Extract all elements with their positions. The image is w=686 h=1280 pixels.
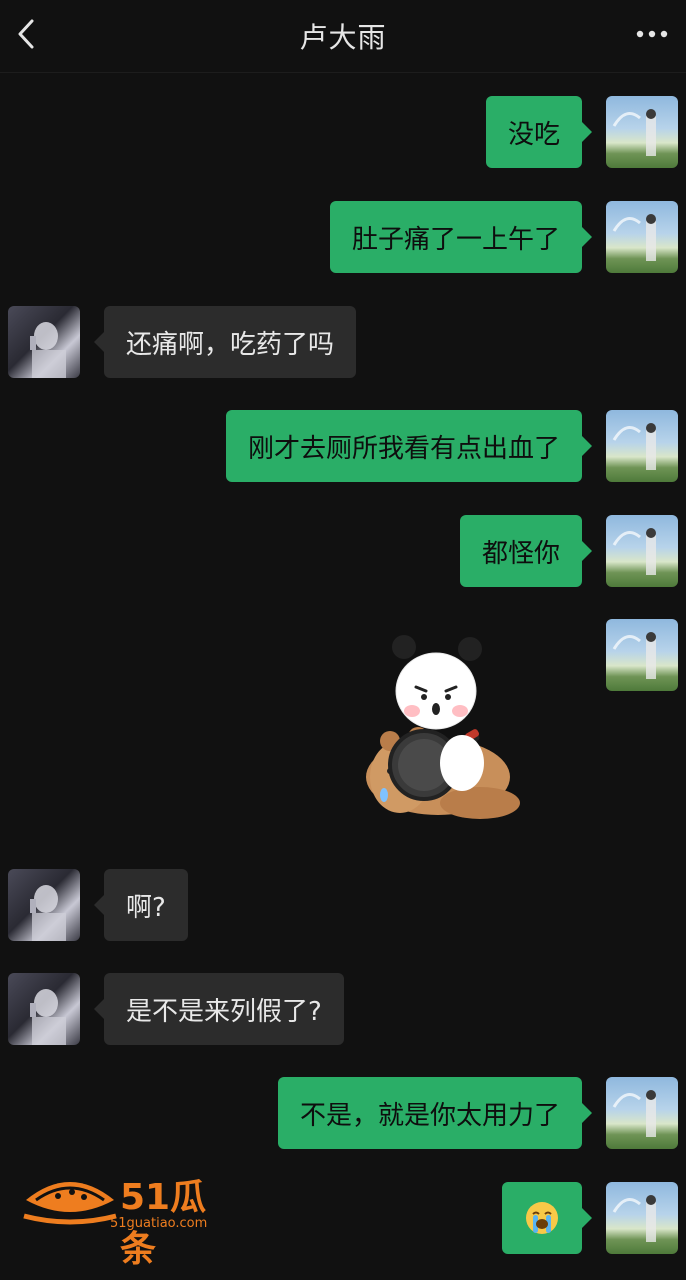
more-dots-icon [636, 30, 668, 38]
more-button[interactable] [632, 18, 672, 50]
my-avatar[interactable] [606, 515, 678, 587]
watermark-logo: 51瓜条 51guatiao.com [22, 1170, 242, 1270]
chat-header: 卢大雨 [0, 0, 686, 73]
message-bubble-received[interactable]: 是不是来列假了? [94, 973, 344, 1045]
watermark-url: 51guatiao.com [110, 1216, 208, 1231]
message-bubble-sent[interactable]: 不是，就是你太用力了 [277, 1077, 593, 1149]
my-avatar[interactable] [606, 201, 678, 273]
panda-hitting-bear-icon [366, 635, 520, 819]
my-avatar[interactable] [606, 619, 678, 691]
message-bubble-sent[interactable]: 没吃 [485, 96, 593, 168]
contact-avatar[interactable] [8, 973, 80, 1045]
loudly-crying-face-icon [526, 1202, 558, 1234]
chat-title: 卢大雨 [299, 21, 387, 54]
my-avatar[interactable] [606, 96, 678, 168]
my-avatar[interactable] [606, 410, 678, 482]
panda-sticker[interactable] [360, 625, 530, 830]
contact-avatar[interactable] [8, 306, 80, 378]
message-bubble-sent[interactable]: 都怪你 [459, 515, 593, 587]
message-bubble-sent[interactable]: 刚才去厕所我看有点出血了 [225, 410, 593, 482]
my-avatar[interactable] [606, 1077, 678, 1149]
chat-screen: 卢大雨 没吃 肚子痛了一上午了 还痛啊，吃药了吗 刚才去厕所我看有点出血了 都怪… [0, 0, 686, 1280]
my-avatar[interactable] [606, 1182, 678, 1254]
watermelon-logo-icon [23, 1182, 117, 1225]
contact-avatar[interactable] [8, 869, 80, 941]
message-bubble-received[interactable]: 还痛啊，吃药了吗 [93, 306, 357, 378]
message-bubble-sent-emoji[interactable]: 😭 [502, 1182, 592, 1254]
message-bubble-sent[interactable]: 肚子痛了一上午了 [329, 201, 593, 273]
message-bubble-received[interactable]: 啊? [94, 869, 188, 941]
